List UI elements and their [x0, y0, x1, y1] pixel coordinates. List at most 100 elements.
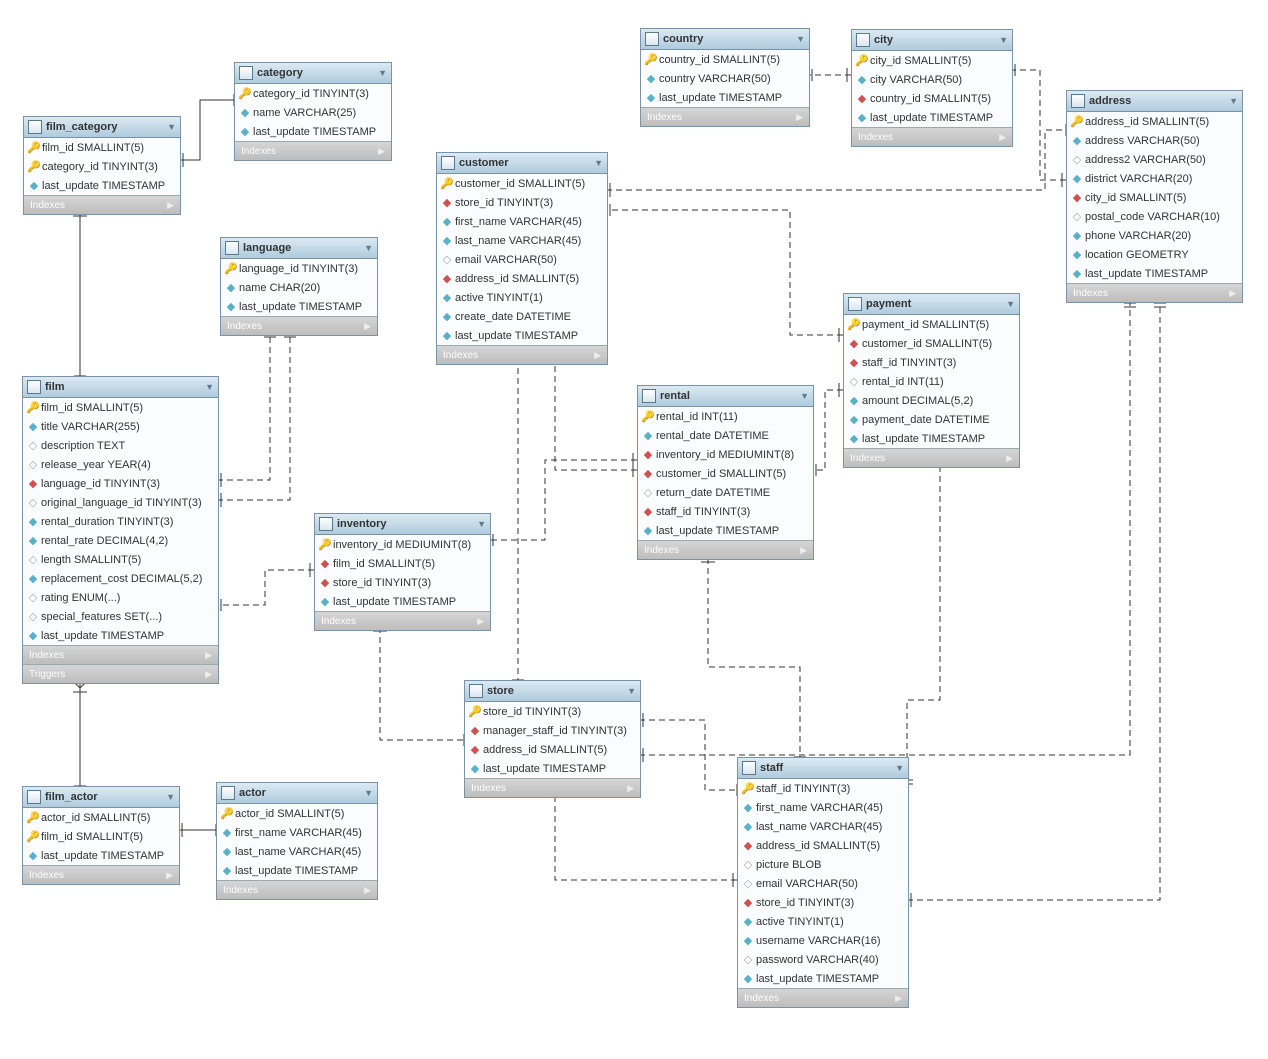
column-row[interactable]: 🔑address_id SMALLINT(5) [1067, 112, 1242, 131]
column-row[interactable]: ◆title VARCHAR(255) [23, 417, 218, 436]
footer-indexes[interactable]: Indexes▶ [638, 540, 813, 559]
table-category[interactable]: category▼🔑category_id TINYINT(3)◆name VA… [234, 62, 392, 161]
column-row[interactable]: ◆last_name VARCHAR(45) [738, 817, 908, 836]
column-row[interactable]: 🔑language_id TINYINT(3) [221, 259, 377, 278]
table-payment[interactable]: payment▼🔑payment_id SMALLINT(5)◆customer… [843, 293, 1020, 468]
footer-indexes[interactable]: Indexes▶ [852, 127, 1012, 146]
table-header[interactable]: payment▼ [844, 294, 1019, 315]
collapse-icon[interactable]: ▼ [166, 792, 175, 802]
column-row[interactable]: ◆language_id TINYINT(3) [23, 474, 218, 493]
table-header[interactable]: film▼ [23, 377, 218, 398]
column-row[interactable]: 🔑rental_id INT(11) [638, 407, 813, 426]
column-row[interactable]: ◇postal_code VARCHAR(10) [1067, 207, 1242, 226]
column-row[interactable]: ◆name CHAR(20) [221, 278, 377, 297]
column-row[interactable]: ◇length SMALLINT(5) [23, 550, 218, 569]
column-row[interactable]: ◆first_name VARCHAR(45) [437, 212, 607, 231]
column-row[interactable]: ◆country VARCHAR(50) [641, 69, 809, 88]
table-header[interactable]: rental▼ [638, 386, 813, 407]
column-row[interactable]: 🔑customer_id SMALLINT(5) [437, 174, 607, 193]
collapse-icon[interactable]: ▼ [205, 382, 214, 392]
column-row[interactable]: ◆rental_date DATETIME [638, 426, 813, 445]
column-row[interactable]: 🔑store_id TINYINT(3) [465, 702, 640, 721]
column-row[interactable]: ◆last_update TIMESTAMP [1067, 264, 1242, 283]
column-row[interactable]: ◇email VARCHAR(50) [738, 874, 908, 893]
table-header[interactable]: language▼ [221, 238, 377, 259]
collapse-icon[interactable]: ▼ [796, 34, 805, 44]
table-staff[interactable]: staff▼🔑staff_id TINYINT(3)◆first_name VA… [737, 757, 909, 1008]
column-row[interactable]: ◆replacement_cost DECIMAL(5,2) [23, 569, 218, 588]
footer-indexes[interactable]: Indexes▶ [465, 778, 640, 797]
column-row[interactable]: 🔑category_id TINYINT(3) [235, 84, 391, 103]
column-row[interactable]: ◆last_update TIMESTAMP [23, 846, 179, 865]
column-row[interactable]: ◇rental_id INT(11) [844, 372, 1019, 391]
column-row[interactable]: ◇email VARCHAR(50) [437, 250, 607, 269]
footer-indexes[interactable]: Indexes▶ [221, 316, 377, 335]
column-row[interactable]: ◆last_update TIMESTAMP [24, 176, 180, 195]
column-row[interactable]: ◆last_update TIMESTAMP [235, 122, 391, 141]
column-row[interactable]: ◆district VARCHAR(20) [1067, 169, 1242, 188]
collapse-icon[interactable]: ▼ [167, 122, 176, 132]
collapse-icon[interactable]: ▼ [999, 35, 1008, 45]
column-row[interactable]: ◆create_date DATETIME [437, 307, 607, 326]
column-row[interactable]: ◆last_update TIMESTAMP [844, 429, 1019, 448]
column-row[interactable]: ◆last_update TIMESTAMP [315, 592, 490, 611]
table-city[interactable]: city▼🔑city_id SMALLINT(5)◆city VARCHAR(5… [851, 29, 1013, 147]
column-row[interactable]: ◆staff_id TINYINT(3) [638, 502, 813, 521]
column-row[interactable]: ◆store_id TINYINT(3) [437, 193, 607, 212]
table-header[interactable]: actor▼ [217, 783, 377, 804]
collapse-icon[interactable]: ▼ [627, 686, 636, 696]
collapse-icon[interactable]: ▼ [378, 68, 387, 78]
column-row[interactable]: 🔑actor_id SMALLINT(5) [217, 804, 377, 823]
table-header[interactable]: store▼ [465, 681, 640, 702]
footer-indexes[interactable]: Indexes▶ [1067, 283, 1242, 302]
footer-indexes[interactable]: Indexes▶ [641, 107, 809, 126]
table-store[interactable]: store▼🔑store_id TINYINT(3)◆manager_staff… [464, 680, 641, 798]
column-row[interactable]: ◆rental_duration TINYINT(3) [23, 512, 218, 531]
collapse-icon[interactable]: ▼ [477, 519, 486, 529]
column-row[interactable]: ◆last_update TIMESTAMP [738, 969, 908, 988]
column-row[interactable]: 🔑inventory_id MEDIUMINT(8) [315, 535, 490, 554]
column-row[interactable]: ◇rating ENUM(...) [23, 588, 218, 607]
column-row[interactable]: ◆city VARCHAR(50) [852, 70, 1012, 89]
footer-indexes[interactable]: Indexes▶ [315, 611, 490, 630]
column-row[interactable]: ◇special_features SET(...) [23, 607, 218, 626]
column-row[interactable]: ◆username VARCHAR(16) [738, 931, 908, 950]
column-row[interactable]: ◆staff_id TINYINT(3) [844, 353, 1019, 372]
footer-indexes[interactable]: Indexes▶ [235, 141, 391, 160]
column-row[interactable]: ◆last_update TIMESTAMP [217, 861, 377, 880]
table-header[interactable]: address▼ [1067, 91, 1242, 112]
footer-indexes[interactable]: Indexes▶ [844, 448, 1019, 467]
column-row[interactable]: ◆last_update TIMESTAMP [23, 626, 218, 645]
column-row[interactable]: ◆manager_staff_id TINYINT(3) [465, 721, 640, 740]
table-header[interactable]: inventory▼ [315, 514, 490, 535]
column-row[interactable]: 🔑staff_id TINYINT(3) [738, 779, 908, 798]
column-row[interactable]: ◇return_date DATETIME [638, 483, 813, 502]
table-film_category[interactable]: film_category▼🔑film_id SMALLINT(5)🔑categ… [23, 116, 181, 215]
column-row[interactable]: 🔑payment_id SMALLINT(5) [844, 315, 1019, 334]
column-row[interactable]: ◆last_update TIMESTAMP [852, 108, 1012, 127]
column-row[interactable]: ◆last_update TIMESTAMP [641, 88, 809, 107]
column-row[interactable]: ◆last_update TIMESTAMP [221, 297, 377, 316]
column-row[interactable]: 🔑actor_id SMALLINT(5) [23, 808, 179, 827]
column-row[interactable]: ◆last_update TIMESTAMP [638, 521, 813, 540]
table-customer[interactable]: customer▼🔑customer_id SMALLINT(5)◆store_… [436, 152, 608, 365]
column-row[interactable]: ◇original_language_id TINYINT(3) [23, 493, 218, 512]
collapse-icon[interactable]: ▼ [1006, 299, 1015, 309]
column-row[interactable]: ◆amount DECIMAL(5,2) [844, 391, 1019, 410]
table-header[interactable]: film_actor▼ [23, 787, 179, 808]
collapse-icon[interactable]: ▼ [364, 243, 373, 253]
footer-indexes[interactable]: Indexes▶ [23, 865, 179, 884]
column-row[interactable]: ◆last_update TIMESTAMP [437, 326, 607, 345]
footer-indexes[interactable]: Indexes▶ [23, 645, 218, 664]
column-row[interactable]: ◆city_id SMALLINT(5) [1067, 188, 1242, 207]
column-row[interactable]: 🔑film_id SMALLINT(5) [23, 398, 218, 417]
table-country[interactable]: country▼🔑country_id SMALLINT(5)◆country … [640, 28, 810, 127]
table-rental[interactable]: rental▼🔑rental_id INT(11)◆rental_date DA… [637, 385, 814, 560]
table-language[interactable]: language▼🔑language_id TINYINT(3)◆name CH… [220, 237, 378, 336]
footer-indexes[interactable]: Indexes▶ [217, 880, 377, 899]
column-row[interactable]: ◆address_id SMALLINT(5) [437, 269, 607, 288]
column-row[interactable]: ◆last_name VARCHAR(45) [217, 842, 377, 861]
table-header[interactable]: customer▼ [437, 153, 607, 174]
column-row[interactable]: ◆name VARCHAR(25) [235, 103, 391, 122]
column-row[interactable]: ◆film_id SMALLINT(5) [315, 554, 490, 573]
